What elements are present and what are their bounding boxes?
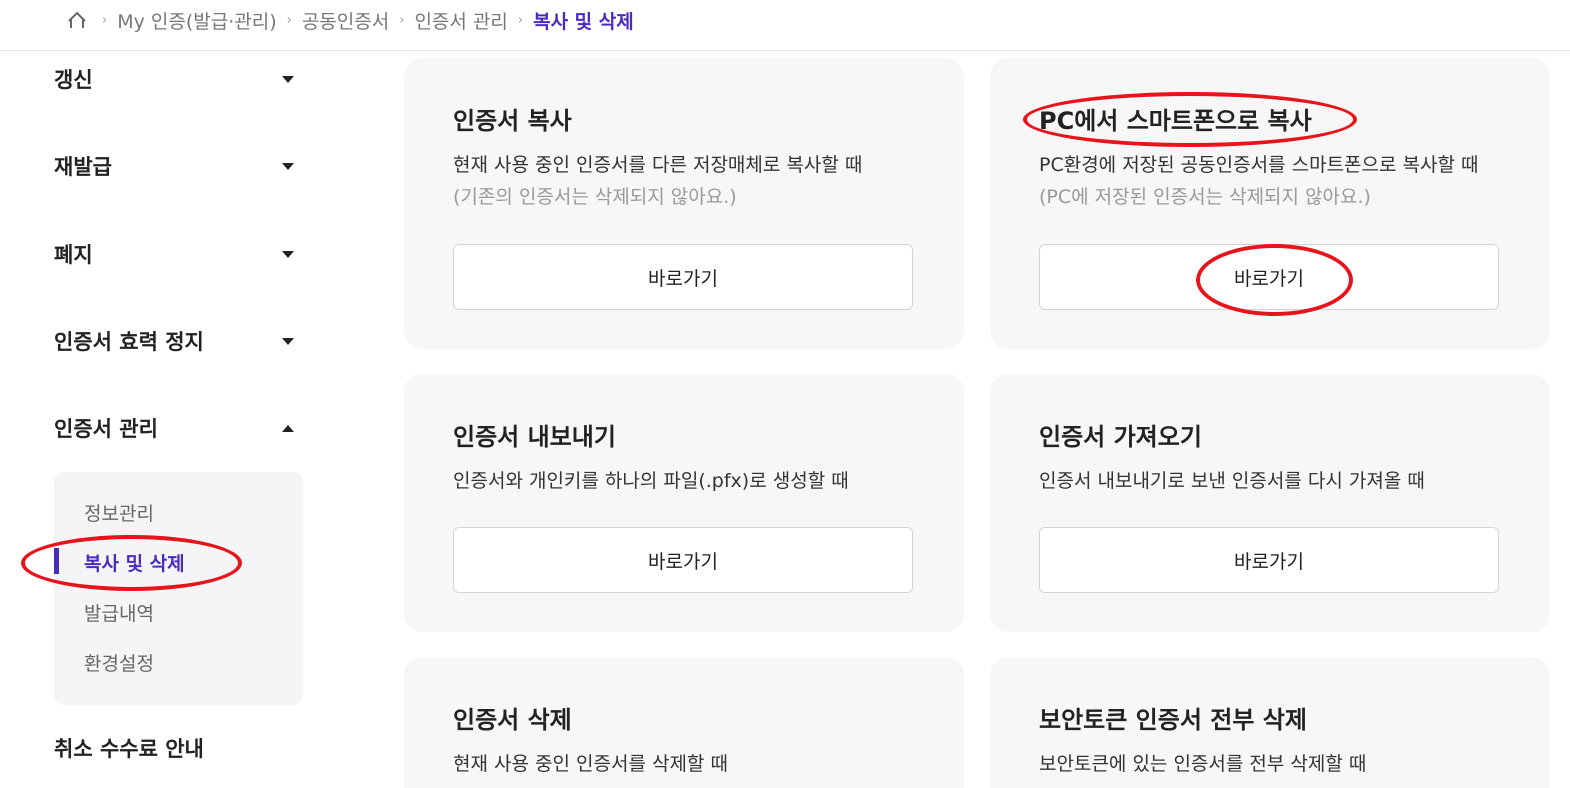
card-title: 인증서 삭제	[453, 706, 572, 734]
chevron-right-icon: ›	[517, 12, 524, 28]
sidebar-item-label: 인증서 관리	[54, 417, 158, 441]
card-description: 인증서와 개인키를 하나의 파일(.pfx)로 생성할 때	[453, 470, 849, 492]
sidebar-item-renew[interactable]: 갱신	[54, 59, 294, 99]
submenu-item-history[interactable]: 발급내역	[84, 597, 154, 627]
breadcrumb-current: 복사 및 삭제	[533, 10, 634, 33]
sidebar-item-label: 인증서 효력 정지	[54, 330, 204, 354]
submenu-cert-manage: 정보관리 복사 및 삭제 발급내역 환경설정	[54, 472, 303, 705]
card-cert-export: 인증서 내보내기 인증서와 개인키를 하나의 파일(.pfx)로 생성할 때 바…	[404, 374, 964, 632]
sidebar-item-label: 재발급	[54, 155, 112, 179]
card-title: 인증서 내보내기	[453, 423, 616, 451]
breadcrumb-item-my-cert[interactable]: My 인증(발급·관리)	[117, 7, 276, 34]
card-note: (기존의 인증서는 삭제되지 않아요.)	[453, 186, 737, 208]
sidebar-item-revoke[interactable]: 폐지	[54, 234, 294, 274]
submenu-item-settings[interactable]: 환경설정	[84, 647, 154, 677]
sidebar-item-cancel-fee[interactable]: 취소 수수료 안내	[54, 728, 294, 768]
active-indicator	[54, 548, 59, 574]
sidebar-item-cert-manage[interactable]: 인증서 관리	[54, 408, 294, 448]
caret-up-icon	[282, 424, 294, 432]
go-button-cert-copy[interactable]: 바로가기	[453, 244, 913, 310]
chevron-right-icon: ›	[286, 12, 292, 28]
caret-down-icon	[282, 162, 294, 170]
card-description: 현재 사용 중인 인증서를 다른 저장매체로 복사할 때	[453, 154, 863, 176]
breadcrumb: › My 인증(발급·관리) › 공동인증서 › 인증서 관리 › 복사 및 삭…	[66, 0, 634, 40]
home-icon[interactable]	[66, 9, 88, 31]
card-token-delete-all: 보안토큰 인증서 전부 삭제 보안토큰에 있는 인증서를 전부 삭제할 때	[990, 657, 1550, 788]
card-title: 인증서 복사	[453, 107, 572, 135]
card-cert-delete: 인증서 삭제 현재 사용 중인 인증서를 삭제할 때	[404, 657, 964, 788]
caret-down-icon	[282, 250, 294, 258]
caret-down-icon	[282, 75, 294, 83]
sidebar-item-label: 갱신	[54, 68, 93, 92]
card-title: 인증서 가져오기	[1039, 423, 1202, 451]
breadcrumb-item-joint-cert[interactable]: 공동인증서	[302, 7, 389, 34]
card-pc-to-phone: PC에서 스마트폰으로 복사 PC환경에 저장된 공동인증서를 스마트폰으로 복…	[990, 58, 1550, 349]
header-divider	[0, 50, 1570, 51]
card-description: PC환경에 저장된 공동인증서를 스마트폰으로 복사할 때	[1039, 154, 1479, 176]
submenu-item-info[interactable]: 정보관리	[84, 497, 154, 527]
card-cert-copy: 인증서 복사 현재 사용 중인 인증서를 다른 저장매체로 복사할 때 (기존의…	[404, 58, 964, 349]
sidebar-item-label: 취소 수수료 안내	[54, 737, 204, 761]
breadcrumb-item-cert-manage[interactable]: 인증서 관리	[414, 7, 507, 34]
chevron-right-icon: ›	[399, 12, 405, 28]
go-button-cert-import[interactable]: 바로가기	[1039, 527, 1499, 593]
card-note: (PC에 저장된 인증서는 삭제되지 않아요.)	[1039, 186, 1371, 208]
caret-down-icon	[282, 337, 294, 345]
card-description: 보안토큰에 있는 인증서를 전부 삭제할 때	[1039, 753, 1367, 775]
submenu-item-copy-delete[interactable]: 복사 및 삭제	[84, 547, 185, 577]
card-cert-import: 인증서 가져오기 인증서 내보내기로 보낸 인증서를 다시 가져올 때 바로가기	[990, 374, 1550, 632]
sidebar-item-suspend[interactable]: 인증서 효력 정지	[54, 321, 294, 361]
card-title: PC에서 스마트폰으로 복사	[1039, 107, 1312, 135]
go-button-pc-to-phone[interactable]: 바로가기	[1039, 244, 1499, 310]
card-description: 현재 사용 중인 인증서를 삭제할 때	[453, 753, 728, 775]
go-button-cert-export[interactable]: 바로가기	[453, 527, 913, 593]
card-title: 보안토큰 인증서 전부 삭제	[1039, 706, 1307, 734]
sidebar-item-reissue[interactable]: 재발급	[54, 146, 294, 186]
chevron-right-icon: ›	[102, 12, 108, 28]
sidebar-item-label: 폐지	[54, 243, 93, 267]
card-description: 인증서 내보내기로 보낸 인증서를 다시 가져올 때	[1039, 470, 1425, 492]
